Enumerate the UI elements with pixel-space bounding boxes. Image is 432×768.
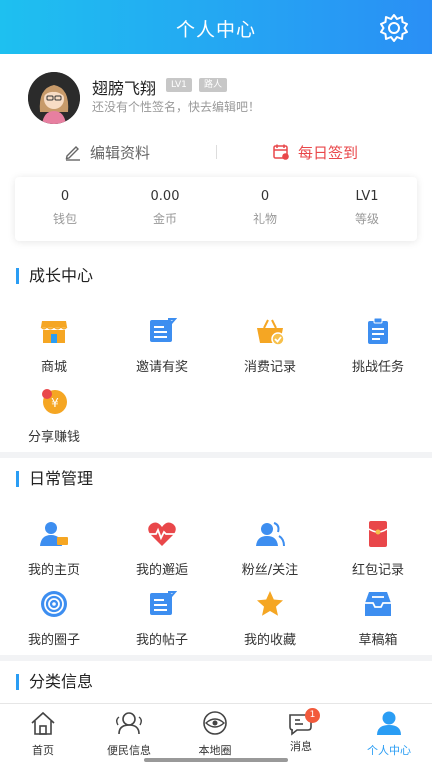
edit-profile-label: 编辑资料 — [90, 143, 151, 162]
stat-value: 0 — [60, 189, 70, 204]
daily-item-drafts[interactable]: 草稿箱 — [324, 589, 432, 648]
stat-label: 等级 — [354, 212, 379, 226]
tab-label: 首页 — [32, 744, 54, 757]
tab-label: 消息 — [290, 740, 312, 753]
circle-icon — [41, 591, 67, 617]
calendar-icon — [273, 144, 289, 160]
page-title: 个人中心 — [175, 19, 256, 41]
tab-label: 便民信息 — [107, 744, 151, 757]
profile-card-icon — [40, 522, 68, 546]
level-badge: LV1 — [166, 78, 192, 92]
tab-convenience[interactable]: 便民信息 — [86, 710, 172, 758]
avatar-image — [28, 72, 80, 124]
growth-item-label: 分享赚钱 — [27, 430, 80, 445]
daily-item-label: 我的主页 — [27, 563, 80, 578]
daily-item-homepage[interactable]: 我的主页 — [0, 519, 108, 578]
stat-level[interactable]: LV1 等级 — [317, 189, 417, 227]
stat-label: 金币 — [152, 212, 177, 226]
daily-item-encounter[interactable]: 我的邂逅 — [108, 519, 216, 578]
daily-item-label: 我的邂逅 — [135, 563, 188, 578]
fans-icon — [256, 522, 285, 547]
daily-item-circle[interactable]: 我的圈子 — [0, 589, 108, 648]
daily-item-label: 我的收藏 — [243, 633, 296, 648]
gear-icon[interactable] — [378, 12, 410, 44]
drafts-icon — [365, 592, 391, 616]
daily-sign-in-label: 每日签到 — [298, 143, 359, 162]
daily-item-label: 草稿箱 — [358, 633, 398, 648]
tab-local-circle[interactable]: 本地圈 — [172, 710, 258, 758]
growth-item-label: 商城 — [40, 360, 67, 375]
username: 翅膀飞翔 — [92, 79, 157, 98]
role-badge: 路人 — [199, 78, 228, 92]
post-icon — [150, 591, 178, 615]
tab-profile[interactable]: 个人中心 — [346, 710, 432, 758]
stat-gold[interactable]: 0.00 金币 — [115, 189, 215, 227]
tab-label: 个人中心 — [367, 744, 411, 757]
stat-wallet[interactable]: 0 钱包 — [15, 189, 115, 227]
growth-item-invite[interactable]: 邀请有奖 — [108, 316, 216, 375]
stat-value: 0 — [260, 189, 270, 204]
edit-profile-button[interactable]: 编辑资料 — [64, 141, 150, 163]
daily-item-label: 我的圈子 — [27, 633, 80, 648]
signature: 还没有个性签名，快去编辑吧！ — [92, 100, 261, 114]
daily-sign-in-button[interactable]: 每日签到 — [272, 141, 358, 163]
section-title-growth: 成长中心 — [16, 268, 93, 284]
red-envelope-icon — [368, 521, 388, 547]
convenience-icon — [116, 712, 142, 735]
stats-card: 0 钱包 0.00 金币 0 礼物 LV1 等级 — [15, 177, 417, 241]
growth-item-label: 邀请有奖 — [135, 360, 188, 375]
divider — [216, 145, 217, 159]
pencil-icon — [65, 146, 80, 161]
home-icon — [31, 711, 55, 735]
local-circle-icon — [203, 711, 227, 735]
growth-item-spending[interactable]: 消费记录 — [216, 316, 324, 375]
svg-text:¥: ¥ — [51, 396, 59, 410]
invite-icon — [150, 318, 178, 342]
stat-label: 钱包 — [52, 212, 77, 226]
stat-gifts[interactable]: 0 礼物 — [215, 189, 315, 227]
daily-item-posts[interactable]: 我的帖子 — [108, 589, 216, 648]
avatar[interactable] — [28, 72, 80, 124]
daily-item-red-envelope[interactable]: 红包记录 — [324, 519, 432, 578]
stat-label: 礼物 — [252, 212, 277, 226]
stat-value: LV1 — [355, 189, 379, 204]
stat-value: 0.00 — [150, 189, 180, 204]
basket-icon — [257, 319, 285, 346]
shop-icon — [40, 321, 68, 343]
clipboard-icon — [368, 317, 388, 344]
growth-item-label: 消费记录 — [243, 360, 296, 375]
tab-home[interactable]: 首页 — [0, 710, 86, 758]
growth-item-challenge[interactable]: 挑战任务 — [324, 316, 432, 375]
daily-item-fans[interactable]: 粉丝/关注 — [216, 519, 324, 578]
home-indicator[interactable] — [144, 758, 288, 762]
growth-item-shop[interactable]: 商城 — [0, 316, 108, 375]
heartbeat-icon — [148, 522, 176, 546]
tab-messages[interactable]: 1 消息 — [258, 708, 344, 754]
tab-label: 本地圈 — [198, 744, 232, 757]
app-header: 个人中心 — [0, 0, 432, 54]
growth-item-share[interactable]: ¥ 分享赚钱 — [0, 386, 108, 445]
star-icon — [257, 591, 283, 616]
section-title-category: 分类信息 — [16, 674, 93, 690]
user-icon — [377, 711, 401, 735]
message-count-badge: 1 — [305, 708, 320, 723]
section-title-daily: 日常管理 — [16, 471, 93, 487]
growth-item-label: 挑战任务 — [351, 360, 404, 375]
daily-item-label: 红包记录 — [351, 563, 404, 578]
daily-item-label: 粉丝/关注 — [241, 563, 299, 578]
daily-item-favorites[interactable]: 我的收藏 — [216, 589, 324, 648]
coin-icon: ¥ — [42, 389, 67, 414]
daily-item-label: 我的帖子 — [135, 633, 188, 648]
